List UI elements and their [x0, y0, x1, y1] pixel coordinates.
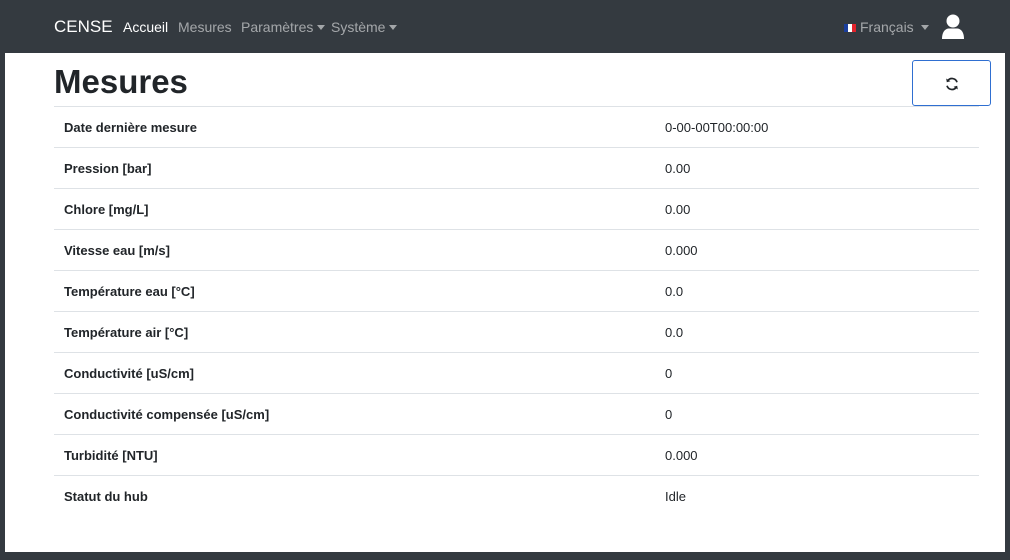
- top-navbar: CENSE Accueil Mesures Paramètres Système…: [0, 0, 1010, 53]
- table-row: Pression [bar] 0.00: [54, 147, 979, 189]
- language-dropdown[interactable]: Français: [844, 18, 929, 36]
- row-label: Température eau [°C]: [54, 270, 655, 312]
- table-row: Turbidité [NTU] 0.000: [54, 434, 979, 476]
- table-row: Conductivité compensée [uS/cm] 0: [54, 393, 979, 435]
- main-content: Mesures Date dernière mesure 0-00-00T00:…: [5, 53, 1005, 552]
- nav-item-label: Système: [331, 19, 386, 35]
- table-row: Température air [°C] 0.0: [54, 311, 979, 353]
- row-value: 0.0: [655, 270, 979, 312]
- refresh-icon: [946, 77, 958, 91]
- navbar-brand[interactable]: CENSE: [54, 16, 113, 38]
- caret-down-icon: [389, 25, 398, 30]
- flag-fr-icon: [844, 24, 856, 32]
- row-label: Vitesse eau [m/s]: [54, 229, 655, 271]
- user-icon[interactable]: [941, 14, 965, 40]
- row-label: Conductivité compensée [uS/cm]: [54, 393, 655, 435]
- measures-table: Date dernière mesure 0-00-00T00:00:00 Pr…: [54, 106, 979, 517]
- row-label: Date dernière mesure: [54, 106, 655, 148]
- row-label: Statut du hub: [54, 475, 655, 517]
- table-row: Température eau [°C] 0.0: [54, 270, 979, 312]
- row-value: 0.000: [655, 229, 979, 271]
- nav-item-accueil[interactable]: Accueil: [123, 18, 168, 36]
- refresh-button[interactable]: [912, 60, 991, 106]
- table-row: Vitesse eau [m/s] 0.000: [54, 229, 979, 271]
- row-value: 0.0: [655, 311, 979, 353]
- nav-item-label: Paramètres: [241, 19, 314, 35]
- row-label: Conductivité [uS/cm]: [54, 352, 655, 394]
- row-label: Température air [°C]: [54, 311, 655, 353]
- row-value: 0.00: [655, 188, 979, 230]
- page-title: Mesures: [54, 63, 188, 100]
- row-label: Chlore [mg/L]: [54, 188, 655, 230]
- nav-dropdown-parametres[interactable]: Paramètres: [241, 18, 326, 36]
- nav-dropdown-systeme[interactable]: Système: [331, 18, 398, 36]
- nav-item-label: Mesures: [178, 19, 232, 35]
- row-value: 0.00: [655, 147, 979, 189]
- row-value: 0.000: [655, 434, 979, 476]
- nav-item-mesures[interactable]: Mesures: [178, 18, 232, 36]
- caret-down-icon: [317, 25, 326, 30]
- table-row: Date dernière mesure 0-00-00T00:00:00: [54, 106, 979, 148]
- row-value: 0: [655, 393, 979, 435]
- language-label: Français: [860, 19, 914, 35]
- row-label: Turbidité [NTU]: [54, 434, 655, 476]
- table-row: Statut du hub Idle: [54, 475, 979, 517]
- row-value: 0-00-00T00:00:00: [655, 106, 979, 148]
- nav-item-label: Accueil: [123, 19, 169, 35]
- caret-down-icon: [920, 25, 929, 30]
- row-value: 0: [655, 352, 979, 394]
- row-value: Idle: [655, 475, 979, 517]
- table-row: Chlore [mg/L] 0.00: [54, 188, 979, 230]
- row-label: Pression [bar]: [54, 147, 655, 189]
- table-row: Conductivité [uS/cm] 0: [54, 352, 979, 394]
